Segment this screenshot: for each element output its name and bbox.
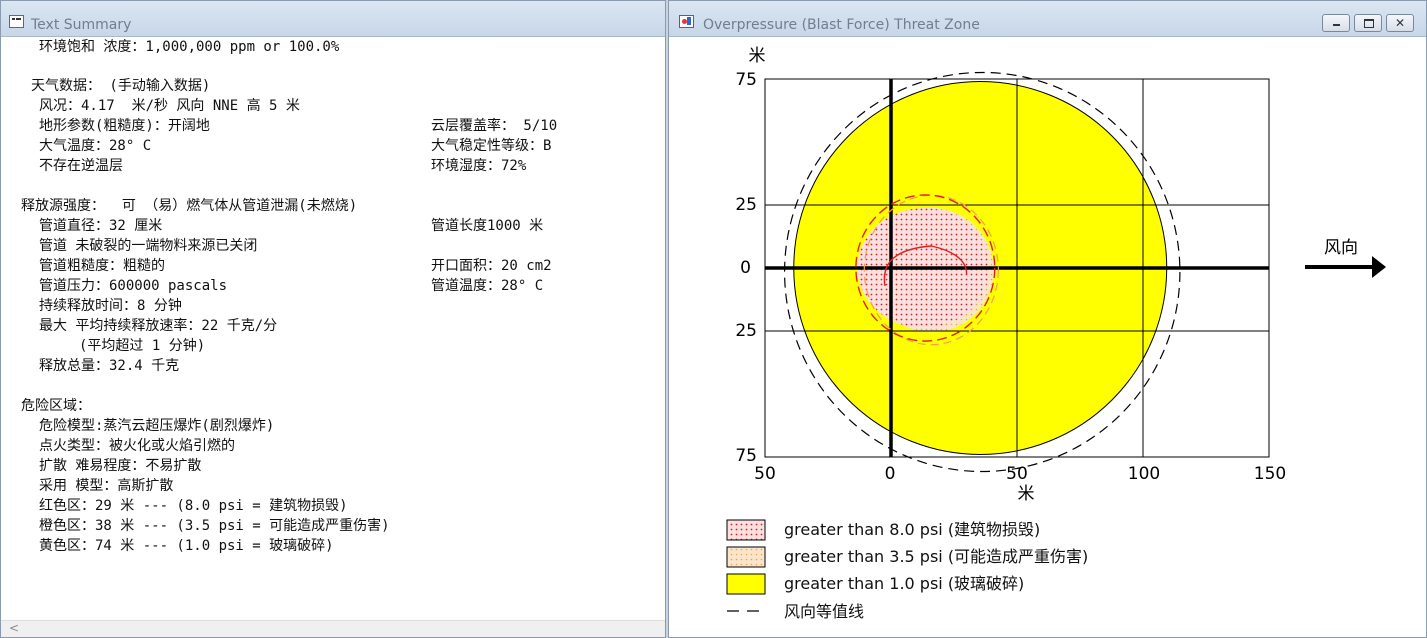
legend-label: greater than 1.0 psi (玻璃破碎) bbox=[784, 574, 1024, 593]
text-summary-window: Text Summary 环境饱和 浓度：1,000,000 ppm or 10… bbox=[0, 0, 666, 638]
summary-line: 不存在逆温层 bbox=[39, 158, 123, 174]
summary-line: 最大 平均持续释放速率：22 千克/分 bbox=[39, 318, 278, 334]
y-tick-label: 75 bbox=[735, 70, 757, 90]
maximize-button[interactable] bbox=[1354, 14, 1382, 32]
summary-line: 开口面积：20 cm2 bbox=[431, 258, 552, 274]
summary-line: 释放源强度： 可 （易）燃气体从管道泄漏(未燃烧) bbox=[21, 198, 358, 214]
x-tick-label: 0 bbox=[885, 464, 896, 484]
title-bar[interactable]: Text Summary bbox=[1, 1, 665, 37]
wind-direction-label: 风向 bbox=[1324, 238, 1358, 258]
x-tick-label: 50 bbox=[1006, 464, 1028, 484]
summary-line: 管道压力：600000 pascals bbox=[39, 278, 228, 294]
threat-zone-window: Overpressure (Blast Force) Threat Zone ✕… bbox=[668, 0, 1427, 638]
wind-direction-arrow-head-icon bbox=[1372, 256, 1386, 278]
legend-swatch-red bbox=[726, 519, 766, 541]
summary-text-area: 环境饱和 浓度：1,000,000 ppm or 100.0% 天气数据： (手动… bbox=[1, 37, 665, 621]
legend-swatch-orange bbox=[726, 546, 766, 568]
summary-line: 橙色区：38 米 --- (3.5 psi = 可能造成严重伤害) bbox=[39, 518, 390, 534]
summary-line: (平均超过 1 分钟) bbox=[79, 338, 206, 354]
close-button[interactable]: ✕ bbox=[1386, 14, 1414, 32]
summary-line: 风况：4.17 米/秒 风向 NNE 高 5 米 bbox=[39, 98, 300, 114]
summary-line: 管道温度：28° C bbox=[431, 278, 544, 294]
x-tick-label: 50 bbox=[754, 464, 776, 484]
summary-line: 危险模型:蒸汽云超压爆炸(剧烈爆炸) bbox=[39, 418, 275, 434]
summary-line: 环境饱和 浓度：1,000,000 ppm or 100.0% bbox=[39, 39, 340, 55]
summary-line: 云层覆盖率： 5/10 bbox=[431, 118, 558, 134]
y-tick-label: 25 bbox=[735, 195, 757, 215]
scroll-left-arrow-icon[interactable]: < bbox=[9, 621, 19, 635]
summary-line: 管道 未破裂的一端物料来源已关闭 bbox=[39, 238, 258, 254]
window-app-icon[interactable] bbox=[679, 15, 694, 28]
x-tick-label: 150 bbox=[1254, 464, 1286, 484]
summary-line: 大气稳定性等级：B bbox=[431, 138, 552, 154]
window-app-icon[interactable] bbox=[9, 15, 24, 28]
x-axis-label: 米 bbox=[1018, 484, 1035, 504]
summary-line: 大气温度：28° C bbox=[39, 138, 152, 154]
legend-label: greater than 3.5 psi (可能造成严重伤害) bbox=[784, 547, 1088, 566]
summary-line: 天气数据： (手动输入数据) bbox=[31, 78, 211, 94]
summary-line: 管道长度1000 米 bbox=[431, 218, 544, 234]
summary-line: 扩散 难易程度：不易扩散 bbox=[39, 458, 202, 474]
legend-label: 风向等值线 bbox=[784, 602, 864, 621]
summary-line: 危险区域： bbox=[21, 398, 91, 414]
y-tick-label: 25 bbox=[735, 321, 757, 341]
summary-line: 黄色区：74 米 --- (1.0 psi = 玻璃破碎) bbox=[39, 538, 334, 554]
summary-line: 环境湿度：72% bbox=[431, 158, 527, 174]
y-tick-label: 75 bbox=[735, 446, 757, 466]
summary-line: 释放总量：32.4 千克 bbox=[39, 358, 180, 374]
y-axis-label: 米 bbox=[749, 46, 766, 66]
summary-line: 管道粗糙度：粗糙的 bbox=[39, 258, 165, 274]
title-bar[interactable]: Overpressure (Blast Force) Threat Zone ✕ bbox=[669, 1, 1426, 37]
summary-line: 管道直径：32 厘米 bbox=[39, 218, 163, 234]
window-title: Text Summary bbox=[31, 17, 132, 33]
threat-zone-plot: 米 75 25 0 25 75 50 0 50 100 150 米 风向 gre… bbox=[726, 46, 1386, 621]
window-title: Overpressure (Blast Force) Threat Zone bbox=[703, 17, 980, 33]
legend-label: greater than 8.0 psi (建筑物损毁) bbox=[784, 520, 1040, 539]
y-tick-label: 0 bbox=[740, 258, 751, 278]
summary-line: 采用 模型：高斯扩散 bbox=[39, 478, 174, 494]
horizontal-scrollbar[interactable]: < bbox=[1, 620, 665, 637]
summary-line: 点火类型：被火化或火焰引燃的 bbox=[39, 438, 235, 454]
minimize-button[interactable] bbox=[1322, 14, 1350, 32]
legend-swatch-yellow bbox=[726, 573, 766, 595]
summary-line: 持续释放时间：8 分钟 bbox=[39, 298, 182, 314]
summary-line: 红色区：29 米 --- (8.0 psi = 建筑物损毁) bbox=[39, 498, 348, 514]
summary-line: 地形参数(粗糙度)：开阔地 bbox=[39, 118, 210, 134]
x-tick-label: 100 bbox=[1128, 464, 1160, 484]
